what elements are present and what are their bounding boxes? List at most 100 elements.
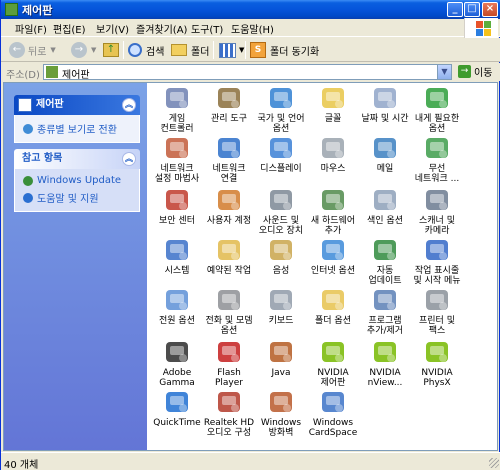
control-panel-item[interactable]: 작업 표시줄 및 시작 메뉴 xyxy=(411,235,463,286)
folder-sync-button[interactable]: S 폴더 동기화 xyxy=(250,40,319,60)
menu-favorites[interactable]: 즐겨찾기(A) xyxy=(136,21,187,36)
control-panel-item[interactable]: 날짜 및 시간 xyxy=(359,83,411,124)
title-bar[interactable]: 제어판 _ □ × xyxy=(1,0,500,19)
control-panel-item[interactable]: 키보드 xyxy=(255,285,307,326)
control-panel-item[interactable]: Windows CardSpace xyxy=(307,387,359,438)
maximize-button[interactable]: □ xyxy=(464,2,480,17)
control-panel-item[interactable]: 네트워크 설정 마법사 xyxy=(151,133,203,184)
control-panel-item[interactable]: 음성 xyxy=(255,235,307,276)
views-button[interactable]: ▼ xyxy=(219,40,244,60)
go-button[interactable]: → 이동 xyxy=(458,64,492,79)
control-panel-item[interactable]: QuickTime xyxy=(151,387,203,428)
control-panel-item-label: 키보드 xyxy=(268,316,294,326)
up-folder-icon: ↑ xyxy=(103,43,119,57)
minimize-button[interactable]: _ xyxy=(447,2,463,17)
cardspace-icon xyxy=(318,387,348,417)
menu-view[interactable]: 보기(V) xyxy=(96,21,129,36)
address-dropdown-icon[interactable]: ▼ xyxy=(437,65,451,79)
control-panel-item[interactable]: 프린터 및 팩스 xyxy=(411,285,463,336)
windows-update-label: Windows Update xyxy=(37,175,122,186)
control-panel-item[interactable]: 자동 업데이트 xyxy=(359,235,411,286)
control-panel-item-label: 예약된 작업 xyxy=(206,266,252,276)
forward-dropdown-icon[interactable]: ▼ xyxy=(91,46,96,54)
control-panel-item[interactable]: 게임 컨트롤러 xyxy=(151,83,203,134)
menu-help[interactable]: 도움말(H) xyxy=(231,21,274,36)
control-panel-item[interactable]: 글꼴 xyxy=(307,83,359,124)
menu-file[interactable]: 파일(F) xyxy=(15,21,47,36)
collapse-chevron-icon[interactable]: ︽ xyxy=(122,152,136,166)
control-panel-item[interactable]: NVIDIA 제어판 xyxy=(307,337,359,388)
control-panel-item[interactable]: 전원 옵션 xyxy=(151,285,203,326)
control-panel-item-label: 메일 xyxy=(376,164,394,174)
forward-button[interactable]: → ▼ xyxy=(71,40,96,60)
control-panel-item-label: 날짜 및 시간 xyxy=(361,114,409,124)
control-panel-item[interactable]: NVIDIA PhysX xyxy=(411,337,463,388)
control-panel-item[interactable]: 색인 옵션 xyxy=(359,185,411,226)
control-panel-item[interactable]: 사운드 및 오디오 장치 xyxy=(255,185,307,236)
control-panel-item-label: Adobe Gamma xyxy=(159,368,195,388)
hardware-icon xyxy=(318,185,348,215)
control-panel-item[interactable]: NVIDIA nView... xyxy=(359,337,411,388)
control-panel-item[interactable]: 네트워크 연결 xyxy=(203,133,255,184)
see-also-panel-header[interactable]: 참고 항목 ︽ xyxy=(14,149,140,169)
control-panel-item[interactable]: 전화 및 모뎀 옵션 xyxy=(203,285,255,336)
address-input[interactable]: 제어판 ▼ xyxy=(43,64,452,81)
control-panel-item-label: 게임 컨트롤러 xyxy=(160,114,194,134)
control-panel-item[interactable]: Windows 방화벽 xyxy=(255,387,307,438)
menu-tools[interactable]: 도구(T) xyxy=(191,21,223,36)
control-panel-item[interactable]: 마우스 xyxy=(307,133,359,174)
user-accounts-icon xyxy=(214,185,244,215)
control-panel-item[interactable]: 국가 및 언어 옵션 xyxy=(255,83,307,134)
control-panel-item-label: 사운드 및 오디오 장치 xyxy=(258,216,304,236)
control-panel-item[interactable]: 관리 도구 xyxy=(203,83,255,124)
control-panel-item-label: NVIDIA nView... xyxy=(367,368,403,388)
folders-button[interactable]: 폴더 xyxy=(171,40,209,60)
back-button[interactable]: ← 뒤로 ▼ xyxy=(9,40,56,60)
go-label: 이동 xyxy=(474,68,493,79)
help-support-link[interactable]: 도움말 및 지원 xyxy=(23,190,133,205)
resize-grip-icon[interactable] xyxy=(489,458,499,468)
address-bar: 주소(D) 제어판 ▼ → 이동 xyxy=(1,63,500,81)
control-panel-item[interactable]: Flash Player xyxy=(203,337,255,388)
menu-edit[interactable]: 편집(E) xyxy=(53,21,86,36)
control-panel-item-label: 폴더 옵션 xyxy=(315,316,351,326)
control-panel-item[interactable]: 무선 네트워크 ... xyxy=(411,133,463,184)
control-panel-panel-header[interactable]: 제어판 ︽ xyxy=(14,95,140,115)
control-panel-item[interactable]: 예약된 작업 xyxy=(203,235,255,276)
control-panel-item[interactable]: 메일 xyxy=(359,133,411,174)
nvidia-nview-icon xyxy=(370,337,400,367)
control-panel-item[interactable]: 사용자 계정 xyxy=(203,185,255,226)
windows-update-link[interactable]: Windows Update xyxy=(23,175,133,186)
control-panel-item[interactable]: 보안 센터 xyxy=(151,185,203,226)
clock-icon xyxy=(370,83,400,113)
control-panel-item[interactable]: 디스플레이 xyxy=(255,133,307,174)
control-panel-item-label: 디스플레이 xyxy=(260,164,302,174)
back-arrow-icon: ← xyxy=(9,42,25,58)
control-panel-item-label: Windows 방화벽 xyxy=(260,418,302,438)
control-panel-item[interactable]: 시스템 xyxy=(151,235,203,276)
status-object-count: 40 개체 xyxy=(4,460,39,470)
control-panel-item[interactable]: Java xyxy=(255,337,307,378)
up-folder-button[interactable]: ↑ xyxy=(103,40,119,60)
switch-category-view-link[interactable]: 종류별 보기로 전환 xyxy=(23,121,133,136)
windows-update-icon xyxy=(370,235,400,265)
panel1-title: 제어판 xyxy=(36,99,64,110)
control-panel-item[interactable]: 폴더 옵션 xyxy=(307,285,359,326)
help-support-label: 도움말 및 지원 xyxy=(37,194,99,205)
control-panel-item[interactable]: Adobe Gamma xyxy=(151,337,203,388)
collapse-chevron-icon[interactable]: ︽ xyxy=(122,98,136,112)
search-button[interactable]: 검색 xyxy=(128,40,164,60)
control-panel-item[interactable]: 프로그램 추가/제거 xyxy=(359,285,411,336)
printer-icon xyxy=(422,285,452,315)
control-panel-item[interactable]: 새 하드웨어 추가 xyxy=(307,185,359,236)
control-panel-item-label: 자동 업데이트 xyxy=(368,266,402,286)
accessibility-icon xyxy=(422,83,452,113)
control-panel-item[interactable]: 인터넷 옵션 xyxy=(307,235,359,276)
control-panel-item[interactable]: 스캐너 및 카메라 xyxy=(411,185,463,236)
keyboard-icon xyxy=(266,285,296,315)
close-button[interactable]: × xyxy=(482,2,498,17)
control-panel-item[interactable]: 내게 필요한 옵션 xyxy=(411,83,463,134)
back-dropdown-icon[interactable]: ▼ xyxy=(50,46,55,54)
control-panel-item-label: 음성 xyxy=(272,266,290,276)
control-panel-item[interactable]: Realtek HD 오디오 구성 xyxy=(203,387,255,438)
